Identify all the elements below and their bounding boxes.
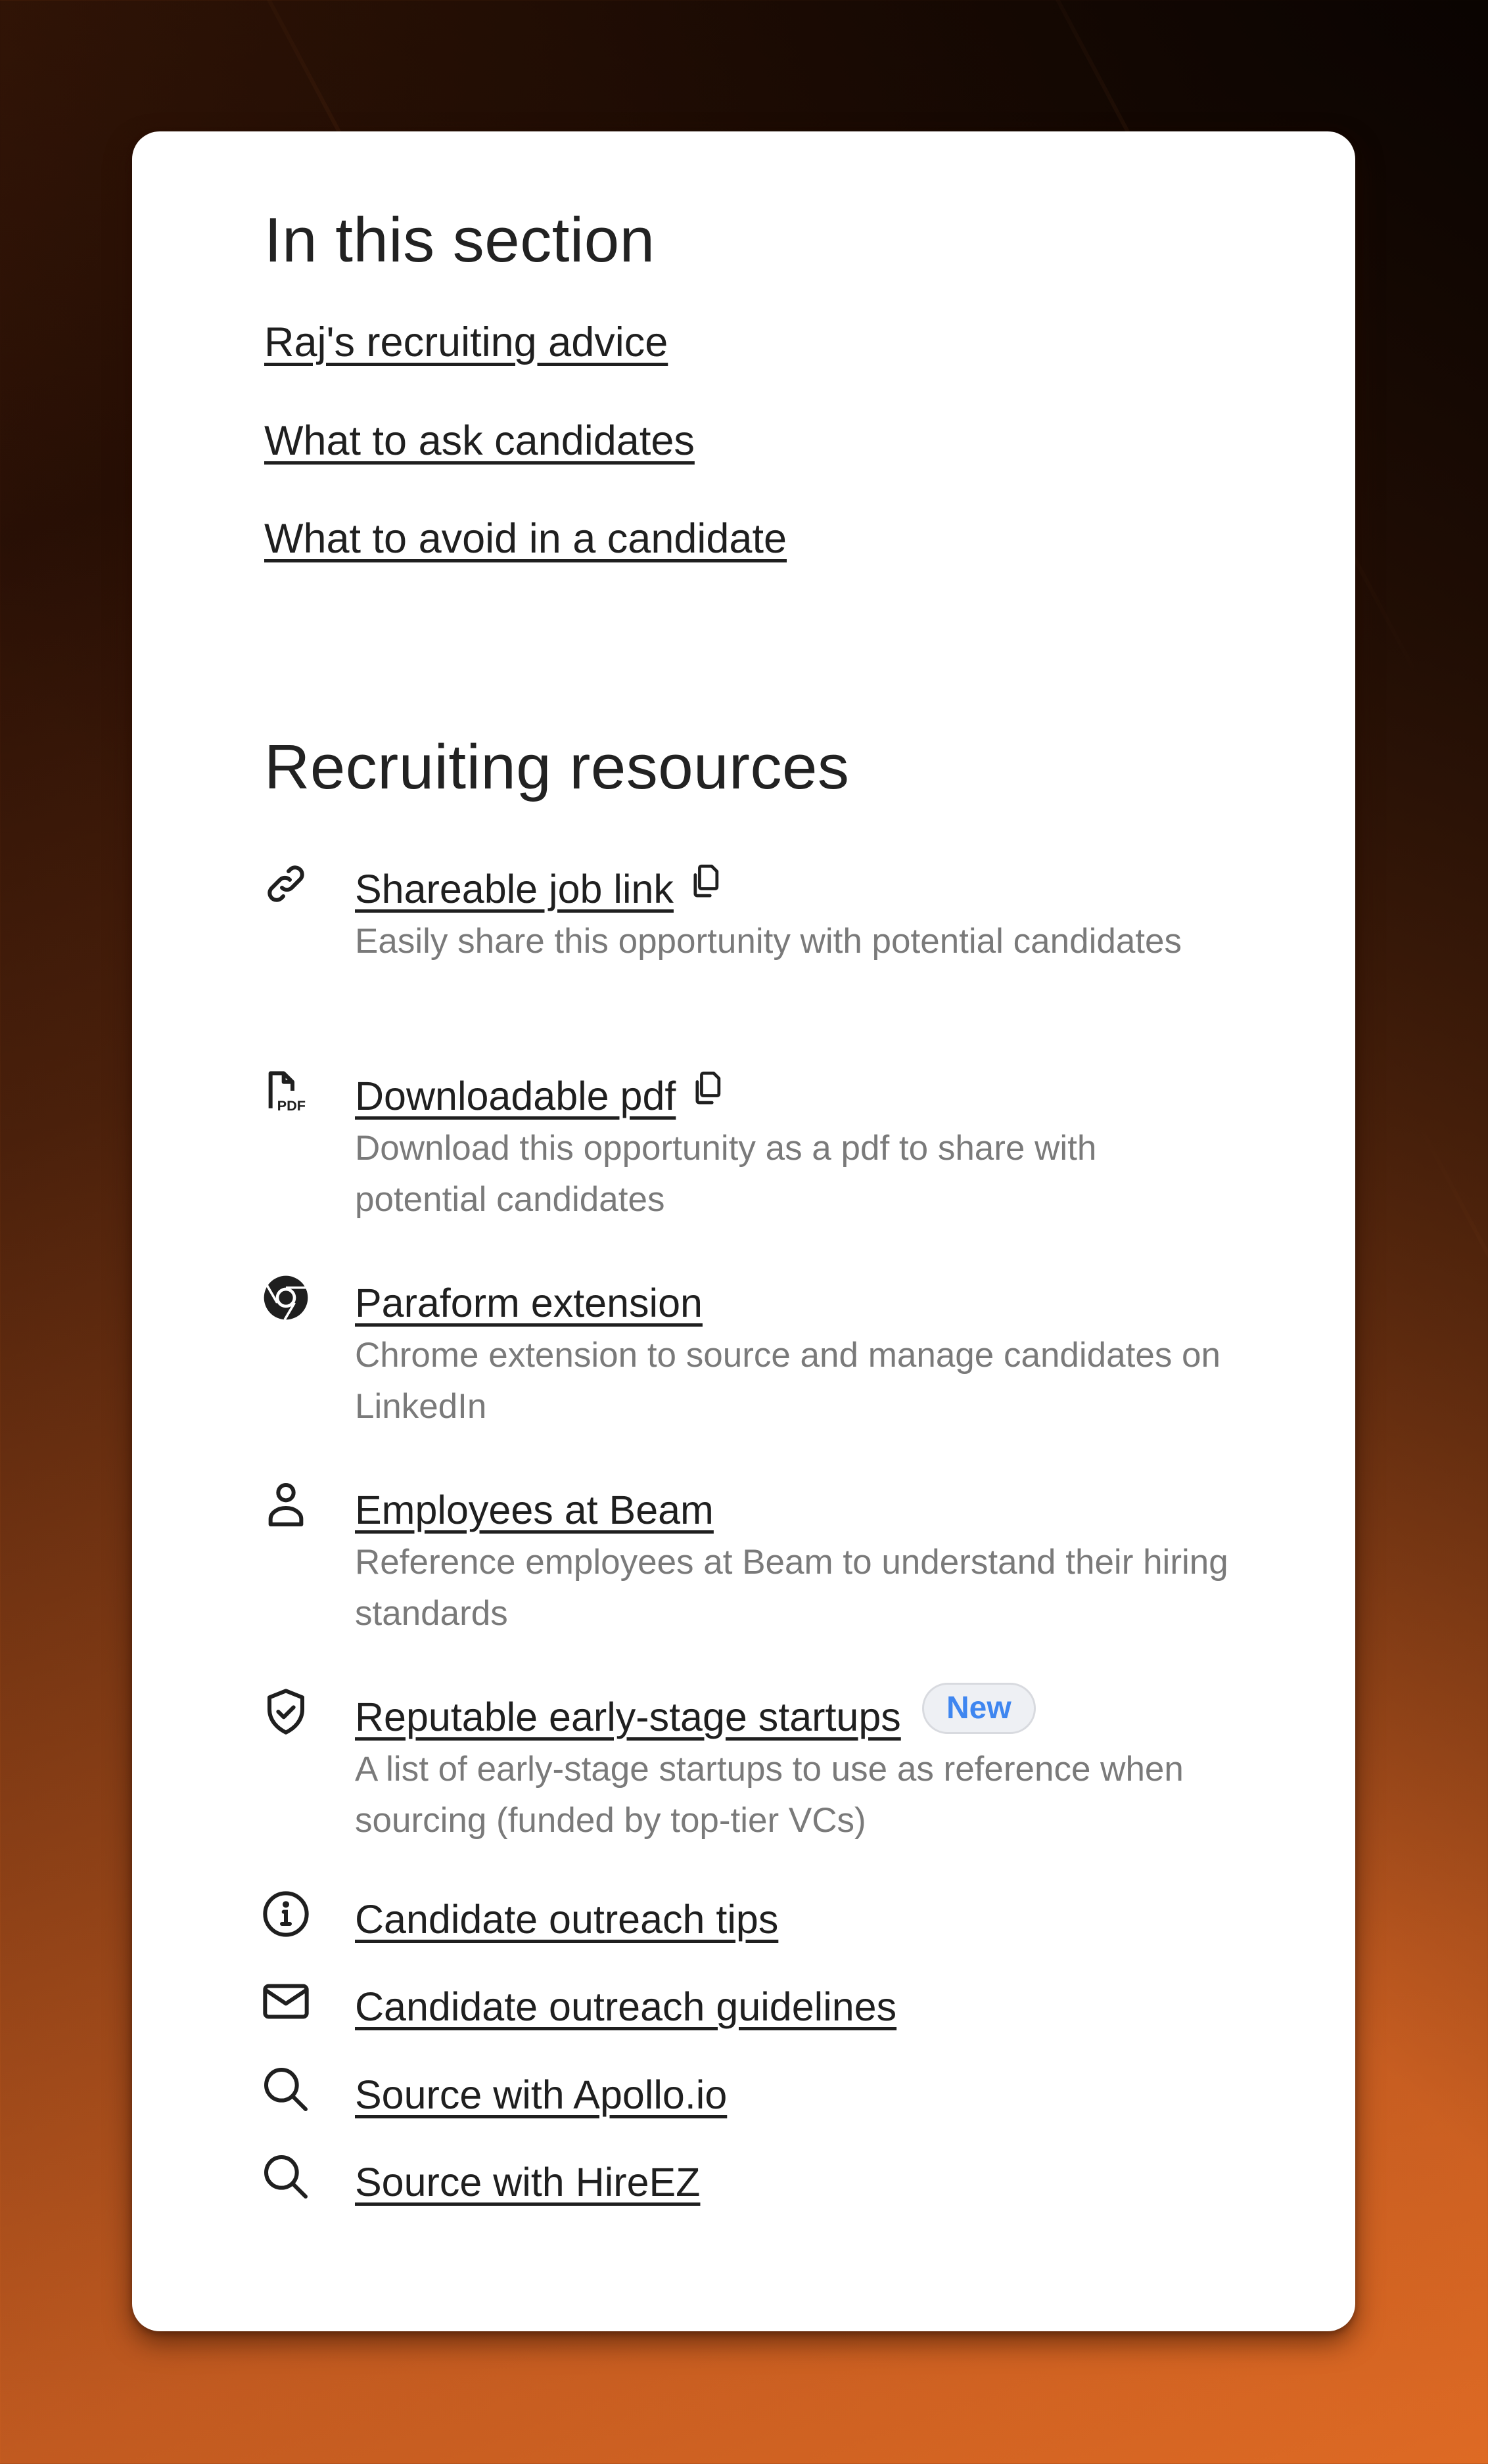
copy-link-button[interactable] [688, 862, 725, 901]
copy-pdf-button[interactable] [690, 1069, 727, 1108]
downloadable-pdf-link[interactable]: Downloadable pdf [355, 1076, 676, 1116]
source-apollo-link[interactable]: Source with Apollo.io [355, 2075, 727, 2115]
outreach-guidelines-link[interactable]: Candidate outreach guidelines [355, 1987, 896, 2027]
shareable-job-link[interactable]: Shareable job link [355, 869, 674, 909]
recruiting-resources-heading: Recruiting resources [264, 732, 850, 802]
search-icon [258, 2149, 314, 2204]
pdf-file-icon: PDF [258, 1063, 314, 1118]
copy-icon [695, 1071, 721, 1105]
mail-icon [258, 1974, 314, 2029]
shield-check-icon [258, 1684, 314, 1739]
outreach-tips-link[interactable]: Candidate outreach tips [355, 1900, 778, 1940]
employees-at-beam-link[interactable]: Employees at Beam [355, 1490, 714, 1530]
downloadable-pdf-description: Download this opportunity as a pdf to sh… [355, 1129, 1097, 1219]
info-icon [258, 1886, 314, 1942]
new-badge: New [922, 1683, 1036, 1734]
toc-link-what-to-avoid[interactable]: What to avoid in a candidate [264, 518, 787, 560]
paraform-extension-description: Chrome extension to source and manage ca… [355, 1336, 1221, 1426]
reputable-startups-description: A list of early-stage startups to use as… [355, 1750, 1184, 1840]
copy-icon [693, 864, 719, 898]
link-icon [258, 856, 314, 911]
toc-link-recruiting-advice[interactable]: Raj's recruiting advice [264, 322, 668, 363]
chrome-icon [258, 1270, 314, 1325]
svg-text:PDF: PDF [277, 1097, 306, 1114]
in-this-section-heading: In this section [264, 205, 655, 275]
toc-link-what-to-ask[interactable]: What to ask candidates [264, 421, 695, 462]
reputable-startups-link[interactable]: Reputable early-stage startups [355, 1697, 901, 1737]
source-hireez-link[interactable]: Source with HireEZ [355, 2162, 700, 2202]
shareable-job-link-description: Easily share this opportunity with poten… [355, 922, 1182, 961]
search-icon [258, 2062, 314, 2117]
user-icon [258, 1477, 314, 1532]
employees-at-beam-description: Reference employees at Beam to understan… [355, 1543, 1228, 1633]
paraform-extension-link[interactable]: Paraform extension [355, 1283, 703, 1323]
resources-card: In this section Raj's recruiting advice … [132, 131, 1355, 2331]
background-streak [1413, 1116, 1488, 1930]
